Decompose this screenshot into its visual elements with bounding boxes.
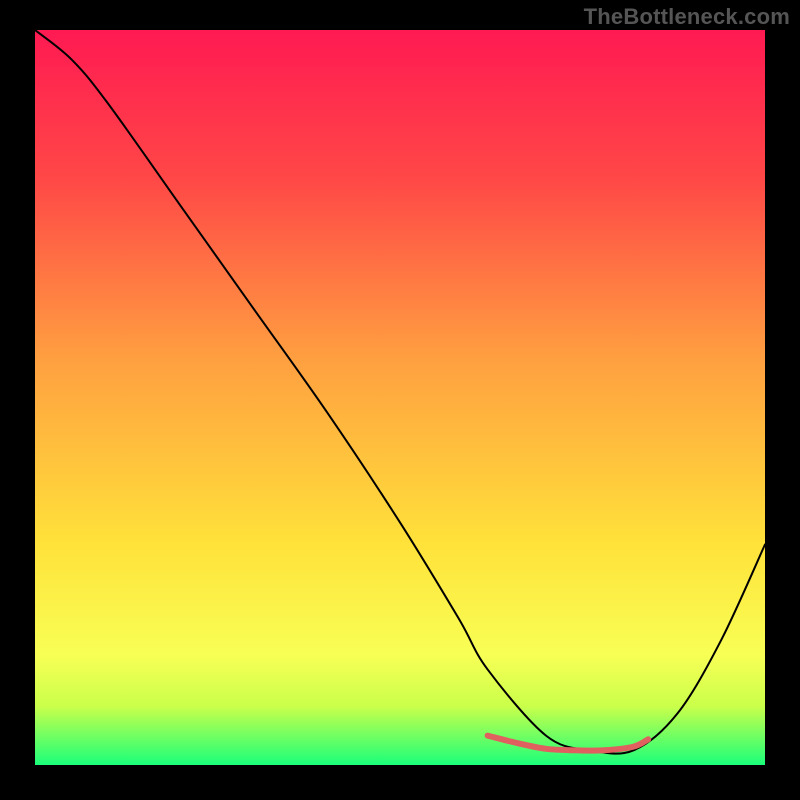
plot-svg — [35, 30, 765, 765]
plot-area — [35, 30, 765, 765]
gradient-background — [35, 30, 765, 765]
chart-frame: TheBottleneck.com — [0, 0, 800, 800]
watermark-text: TheBottleneck.com — [584, 4, 790, 30]
